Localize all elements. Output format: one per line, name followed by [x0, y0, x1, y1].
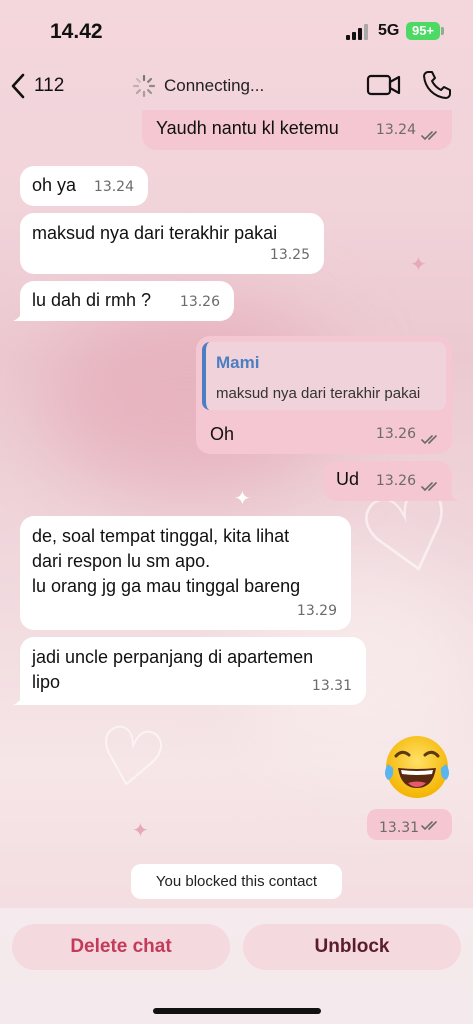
outgoing-reply-message[interactable]: Mami maksud nya dari terakhir pakai Oh 1…: [196, 336, 452, 454]
battery-tip: [441, 27, 444, 35]
phone-call-icon[interactable]: [420, 68, 454, 102]
back-chevron-icon: [11, 73, 25, 99]
message-text: maksud nya dari terakhir pakai: [32, 223, 278, 243]
message-text: Yaudh nantu kl ketemu: [156, 118, 339, 138]
incoming-message[interactable]: de, soal tempat tinggal, kita lihat dari…: [20, 516, 351, 630]
message-time: 13.24: [375, 122, 416, 138]
message-time: 13.24: [93, 179, 134, 195]
incoming-message[interactable]: jadi uncle perpanjang di apartemen lipo …: [13, 637, 366, 705]
connection-text: Connecting...: [164, 76, 265, 95]
outgoing-message[interactable]: Yaudh nantu kl ketemu 13.24: [142, 110, 452, 150]
read-receipt-icon: [421, 435, 437, 445]
face-with-tears-of-joy-icon[interactable]: [380, 730, 454, 804]
battery-icon: 95+: [406, 22, 440, 40]
message-line: lipo: [32, 672, 61, 692]
message-time: 13.26: [375, 473, 416, 489]
delete-chat-button[interactable]: Delete chat: [12, 924, 230, 970]
sparkle-icon: ✦: [132, 818, 149, 842]
heart-decoration-icon: ♡: [87, 706, 175, 811]
outgoing-emoji-timestamp[interactable]: 13.31: [367, 809, 452, 840]
message-time: 13.31: [379, 820, 420, 836]
quoted-reply[interactable]: Mami maksud nya dari terakhir pakai: [202, 342, 446, 410]
blocked-contact-notice: You blocked this contact: [131, 864, 342, 899]
loading-spinner-icon: [132, 74, 156, 98]
message-line: de, soal tempat tinggal, kita lihat: [32, 526, 290, 546]
message-time: 13.25: [269, 247, 310, 263]
message-line: lu orang jg ga mau tinggal bareng: [32, 576, 301, 596]
video-call-icon[interactable]: [366, 70, 402, 100]
reply-text: maksud nya dari terakhir pakai: [216, 385, 421, 402]
chat-header: 112 Connecting...: [0, 62, 473, 110]
back-button[interactable]: 112: [10, 68, 80, 104]
signal-icon: [346, 24, 370, 40]
unblock-button[interactable]: Unblock: [243, 924, 461, 970]
message-text: Ud: [336, 469, 360, 489]
message-text: oh ya: [32, 175, 77, 195]
home-indicator[interactable]: [153, 1008, 321, 1014]
message-time: 13.31: [311, 678, 352, 694]
read-receipt-icon: [421, 482, 437, 492]
message-text: lu dah di rmh ?: [32, 290, 152, 310]
bubble-tail: [13, 307, 27, 321]
sparkle-icon: ✦: [410, 252, 427, 276]
read-receipt-icon: [421, 821, 437, 831]
network-type: 5G: [378, 22, 400, 39]
reply-sender: Mami: [216, 353, 260, 372]
unread-count: 112: [34, 75, 65, 96]
connection-status: Connecting...: [132, 74, 264, 98]
status-bar: 14.42 5G 95+: [0, 0, 473, 62]
message-text: Oh: [210, 424, 235, 444]
incoming-message[interactable]: oh ya 13.24: [20, 166, 148, 206]
read-receipt-icon: [421, 131, 437, 141]
sparkle-icon: ✦: [234, 486, 251, 510]
message-line: jadi uncle perpanjang di apartemen: [32, 647, 314, 667]
status-time: 14.42: [50, 20, 103, 43]
outgoing-message[interactable]: Ud 13.26: [323, 461, 459, 501]
bottom-action-bar: Delete chat Unblock: [0, 908, 473, 1024]
bubble-tail: [445, 487, 459, 501]
message-line: dari respon lu sm apo.: [32, 551, 211, 571]
message-time: 13.26: [375, 426, 416, 442]
incoming-message[interactable]: lu dah di rmh ? 13.26: [13, 281, 234, 321]
bubble-tail: [13, 691, 27, 705]
message-time: 13.29: [296, 603, 337, 619]
message-time: 13.26: [179, 294, 220, 310]
incoming-message[interactable]: maksud nya dari terakhir pakai 13.25: [20, 213, 324, 274]
